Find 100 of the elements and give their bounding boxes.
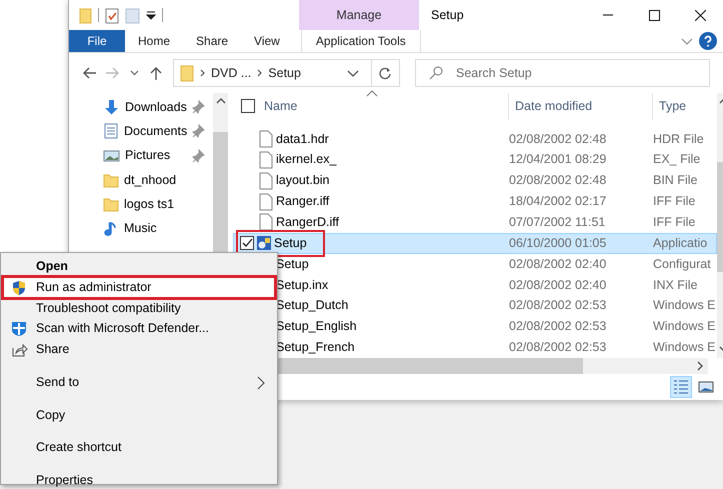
- shield-icon: [11, 321, 27, 338]
- back-arrow-icon[interactable]: [83, 67, 97, 79]
- ribbon-tab[interactable]: Share: [183, 30, 242, 52]
- ribbon-tab[interactable]: View: [241, 30, 293, 52]
- file-name[interactable]: Ranger.iff: [276, 192, 330, 211]
- date-cell-text: 18/04/2002 02:17: [509, 193, 608, 210]
- type-cell-text: Windows E: [653, 339, 716, 356]
- nav-item[interactable]: Music: [124, 219, 214, 238]
- file-name[interactable]: RangerD.iff: [276, 213, 339, 232]
- ribbon-tab[interactable]: Home: [125, 30, 184, 52]
- type-cell-text: IFF File: [653, 214, 696, 232]
- thumbnail-view-icon: [698, 379, 714, 395]
- breadcrumb[interactable]: DVD ...: [211, 64, 252, 82]
- app-icon: [256, 234, 272, 252]
- folder-icon: [180, 64, 194, 82]
- file-name[interactable]: layout.bin: [276, 171, 330, 190]
- ribbon-tab[interactable]: Application Tools: [300, 30, 421, 52]
- menu-item[interactable]: Open: [3, 256, 275, 277]
- menu-item[interactable]: Copy: [3, 404, 275, 426]
- date-cell-text: 07/07/2002 11:51: [509, 214, 606, 232]
- window-title: Setup: [430, 6, 465, 24]
- date-cell-text: 02/08/2002 02:40: [509, 276, 608, 294]
- chevron-down-icon[interactable]: [681, 38, 693, 44]
- address-bar[interactable]: DVD ... Setup: [173, 59, 400, 87]
- checkmark-icon: [242, 238, 252, 248]
- file-name[interactable]: Setup: [274, 234, 307, 253]
- file-icon: [258, 213, 274, 232]
- menu-item[interactable]: Run as administrator: [3, 276, 275, 298]
- column-header[interactable]: Name: [264, 96, 298, 116]
- chevron-right-icon: [257, 376, 265, 390]
- chevron-down-icon[interactable]: [347, 70, 359, 77]
- file-icon: [258, 172, 274, 190]
- sort-caret-icon[interactable]: [366, 90, 378, 97]
- type-cell-text: BIN File: [653, 172, 698, 190]
- file-icon: [258, 192, 274, 211]
- nav-item[interactable]: logos ts1: [124, 194, 214, 214]
- details-view-icon: [673, 379, 689, 395]
- file-row[interactable]: RangerD.iff 07/07/2002 11:51 IFF File: [233, 212, 717, 233]
- date-cell-text: 12/04/2001 08:29: [509, 151, 608, 168]
- type-cell-text: IFF File: [653, 193, 696, 210]
- file-row[interactable]: ikernel.ex_ 12/04/2001 08:29 EX_ File: [233, 149, 717, 170]
- refresh-icon[interactable]: [379, 66, 392, 80]
- select-all-checkbox[interactable]: [241, 99, 255, 114]
- file-name[interactable]: ikernel.ex_: [276, 150, 336, 170]
- file-name[interactable]: Setup: [276, 254, 309, 274]
- ribbon-tab[interactable]: File: [69, 30, 125, 52]
- nav-item[interactable]: dt_nhood: [124, 170, 214, 190]
- context-tab-header: Manage: [299, 0, 419, 30]
- pictures-icon: [103, 148, 120, 164]
- date-cell-text: 02/08/2002 02:40: [509, 256, 608, 273]
- file-row[interactable]: data1.hdr 02/08/2002 02:48 HDR File: [233, 128, 717, 150]
- date-cell-text: 02/08/2002 02:53: [509, 318, 608, 336]
- type-cell-text: Configurat: [653, 256, 712, 273]
- share-icon: [11, 342, 28, 358]
- folder-icon: [103, 196, 119, 213]
- menu-item[interactable]: Scan with Microsoft Defender...: [3, 318, 275, 339]
- scroll-right-icon[interactable]: [697, 361, 704, 371]
- document-icon: [103, 123, 119, 140]
- file-row[interactable]: Ranger.iff 18/04/2002 02:17 IFF File: [233, 191, 717, 212]
- file-row[interactable]: layout.bin 02/08/2002 02:48 BIN File: [233, 170, 717, 192]
- file-name[interactable]: Setup_English: [276, 317, 357, 336]
- properties-icon[interactable]: [105, 6, 119, 24]
- nav-item[interactable]: Downloads: [125, 98, 188, 117]
- type-cell-text: EX_ File: [653, 151, 702, 168]
- type-cell-text: Applicatio: [653, 234, 708, 252]
- menu-item[interactable]: Share: [3, 339, 275, 360]
- date-cell-text: 02/08/2002 02:48: [509, 130, 608, 148]
- file-icon: [258, 130, 274, 148]
- download-icon: [103, 99, 120, 116]
- close-icon[interactable]: [694, 10, 706, 20]
- date-cell-text: 02/08/2002 02:53: [509, 297, 608, 314]
- menu-item[interactable]: Troubleshoot compatibility: [3, 298, 275, 318]
- nav-item[interactable]: Pictures: [125, 146, 188, 166]
- help-icon[interactable]: [699, 32, 717, 50]
- file-name[interactable]: Setup_Dutch: [276, 296, 348, 316]
- file-icon: [258, 150, 274, 169]
- date-cell-text: 06/10/2000 01:05: [509, 234, 608, 252]
- menu-item[interactable]: Send to: [3, 372, 275, 392]
- search-field[interactable]: Search Setup: [415, 59, 710, 87]
- maximize-icon[interactable]: [648, 10, 660, 20]
- chevron-down-icon[interactable]: [130, 70, 138, 76]
- type-cell-text: HDR File: [653, 130, 705, 148]
- file-name[interactable]: Setup_French: [276, 338, 355, 357]
- file-name[interactable]: data1.hdr: [276, 130, 329, 148]
- nav-item[interactable]: Documents: [124, 122, 188, 141]
- row-checkbox[interactable]: [240, 236, 254, 250]
- chevron-right-icon: [257, 69, 262, 77]
- date-cell-text: 02/08/2002 02:48: [509, 172, 608, 190]
- file-name[interactable]: Setup.inx: [276, 276, 328, 294]
- scroll-up-icon[interactable]: [216, 98, 226, 105]
- dropdown-icon[interactable]: [146, 10, 156, 20]
- details-view-button[interactable]: [670, 376, 692, 398]
- menu-item[interactable]: Create shortcut: [3, 437, 275, 458]
- column-header[interactable]: Type: [659, 96, 686, 116]
- menu-item[interactable]: Properties: [3, 470, 275, 489]
- date-cell-text: 02/08/2002 02:53: [509, 339, 608, 356]
- breadcrumb[interactable]: Setup: [268, 64, 301, 82]
- up-arrow-icon[interactable]: [150, 66, 162, 80]
- file-row[interactable]: Setup 06/10/2000 01:05 Applicatio: [233, 232, 717, 254]
- column-header[interactable]: Date modified: [515, 96, 592, 116]
